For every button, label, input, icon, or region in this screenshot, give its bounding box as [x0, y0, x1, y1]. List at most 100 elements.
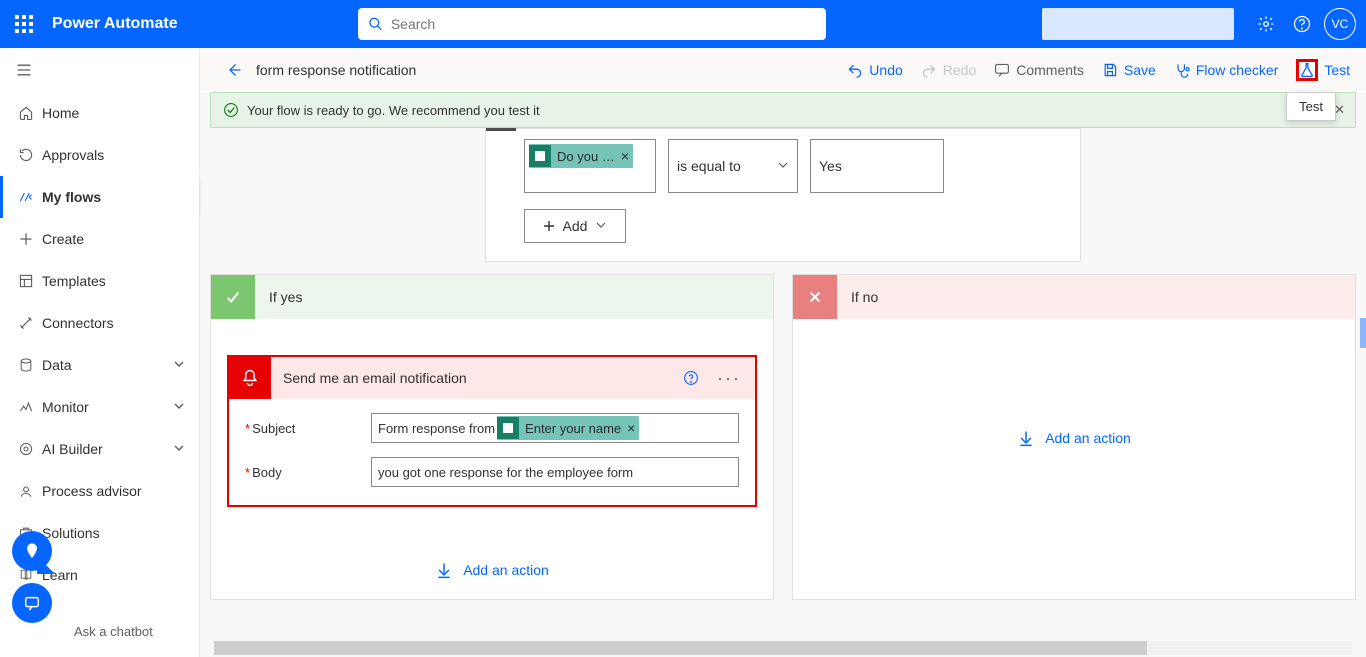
- redo-button[interactable]: Redo: [921, 62, 976, 78]
- condition-left-operand[interactable]: Do you … ×: [524, 139, 656, 193]
- brand-label: Power Automate: [48, 15, 178, 33]
- x-icon: [793, 275, 837, 319]
- sidebar-item-monitor[interactable]: Monitor: [0, 386, 199, 428]
- condition-value: Yes: [819, 158, 842, 174]
- undo-button[interactable]: Undo: [847, 62, 902, 78]
- bell-icon: [229, 357, 271, 399]
- comments-label: Comments: [1016, 62, 1084, 78]
- flow-canvas: Do you … × is equal to Yes Add: [200, 128, 1366, 657]
- sidebar-item-my-flows[interactable]: My flows: [0, 176, 199, 218]
- chatbot-fab[interactable]: [12, 583, 52, 623]
- add-action-no[interactable]: Add an action: [793, 429, 1355, 447]
- flow-checker-button[interactable]: Flow checker: [1174, 62, 1278, 78]
- branch-no-header[interactable]: If no: [793, 275, 1355, 319]
- sidebar-item-label: My flows: [42, 189, 101, 205]
- action-menu-button[interactable]: ···: [717, 368, 741, 389]
- action-title: Send me an email notification: [283, 370, 467, 386]
- home-icon: [18, 105, 42, 121]
- checker-label: Flow checker: [1196, 62, 1278, 78]
- sidebar-item-label: Home: [42, 105, 79, 121]
- subject-prefix: Form response from: [378, 421, 495, 436]
- insert-icon: [435, 561, 453, 579]
- data-icon: [18, 357, 42, 373]
- branch-yes-label: If yes: [269, 289, 302, 305]
- sidebar-item-label: AI Builder: [42, 441, 103, 457]
- chevron-down-icon: [173, 399, 185, 415]
- plus-icon: [543, 220, 555, 232]
- sidebar-item-templates[interactable]: Templates: [0, 260, 199, 302]
- top-bar: Power Automate VC: [0, 0, 1366, 48]
- gear-icon: [1257, 15, 1275, 33]
- test-label: Test: [1324, 62, 1350, 78]
- chatbot-label: Ask a chatbot: [74, 624, 153, 639]
- branch-yes: If yes Send me an email notification ···: [210, 274, 774, 600]
- sidebar-item-process-advisor[interactable]: Process advisor: [0, 470, 199, 512]
- token-remove[interactable]: ×: [627, 420, 635, 436]
- location-fab[interactable]: [12, 531, 52, 571]
- chevron-down-icon: [777, 158, 789, 174]
- app-launcher-icon[interactable]: [0, 0, 48, 48]
- command-bar: form response notification Undo Redo Com…: [200, 48, 1366, 92]
- sidebar-item-connectors[interactable]: Connectors: [0, 302, 199, 344]
- edge-accent: [1360, 318, 1366, 348]
- add-label: Add: [563, 218, 588, 234]
- add-action-label: Add an action: [1045, 430, 1131, 446]
- branch-no: If no Add an action: [792, 274, 1356, 600]
- horizontal-scrollbar[interactable]: [214, 641, 1352, 655]
- sidebar-item-data[interactable]: Data: [0, 344, 199, 386]
- branch-no-label: If no: [851, 289, 878, 305]
- help-button[interactable]: [1284, 0, 1320, 48]
- operator-label: is equal to: [677, 158, 741, 174]
- banner-text: Your flow is ready to go. We recommend y…: [247, 103, 540, 118]
- sidebar-item-label: Solutions: [42, 525, 100, 541]
- condition-card: Do you … × is equal to Yes Add: [485, 128, 1081, 262]
- test-button[interactable]: Test: [1296, 59, 1350, 81]
- save-button[interactable]: Save: [1102, 62, 1156, 78]
- environment-picker[interactable]: [1042, 8, 1234, 40]
- search-input[interactable]: [391, 16, 816, 32]
- help-icon: [1293, 15, 1311, 33]
- insert-icon: [1017, 429, 1035, 447]
- templates-icon: [18, 273, 42, 289]
- avatar[interactable]: VC: [1324, 8, 1356, 40]
- settings-button[interactable]: [1248, 0, 1284, 48]
- sidebar-item-label: Connectors: [42, 315, 114, 331]
- help-circle-icon[interactable]: [683, 370, 699, 386]
- search-icon: [368, 16, 383, 32]
- condition-right-operand[interactable]: Yes: [810, 139, 944, 193]
- comment-icon: [994, 62, 1010, 78]
- save-label: Save: [1124, 62, 1156, 78]
- chevron-down-icon: [173, 441, 185, 457]
- subject-label: *Subject: [245, 421, 371, 436]
- condition-operator-select[interactable]: is equal to: [668, 139, 798, 193]
- check-icon: [211, 275, 255, 319]
- body-input[interactable]: you got one response for the employee fo…: [371, 457, 739, 487]
- sidebar-item-approvals[interactable]: Approvals: [0, 134, 199, 176]
- condition-add-button[interactable]: Add: [524, 209, 626, 243]
- email-action-header[interactable]: Send me an email notification ···: [229, 357, 755, 399]
- sidebar-toggle[interactable]: [0, 48, 199, 92]
- sidebar-item-ai-builder[interactable]: AI Builder: [0, 428, 199, 470]
- dynamic-token[interactable]: Do you … ×: [529, 144, 633, 168]
- sidebar-item-home[interactable]: Home: [0, 92, 199, 134]
- email-action-card: Send me an email notification ··· *Subje…: [227, 355, 757, 507]
- sidebar-item-label: Process advisor: [42, 483, 142, 499]
- body-label: *Body: [245, 465, 371, 480]
- comments-button[interactable]: Comments: [994, 62, 1084, 78]
- chevron-down-icon: [173, 357, 185, 373]
- undo-icon: [847, 62, 863, 78]
- connectors-icon: [18, 315, 42, 331]
- branch-yes-header[interactable]: If yes: [211, 275, 773, 319]
- subject-input[interactable]: Form response from Enter your name ×: [371, 413, 739, 443]
- search-box[interactable]: [358, 8, 826, 40]
- add-action-yes[interactable]: Add an action: [211, 561, 773, 579]
- ai-icon: [18, 441, 42, 457]
- save-icon: [1102, 62, 1118, 78]
- dynamic-token[interactable]: Enter your name ×: [497, 416, 639, 440]
- main-pane: form response notification Undo Redo Com…: [200, 48, 1366, 657]
- token-remove[interactable]: ×: [621, 148, 629, 164]
- back-button[interactable]: [226, 62, 242, 78]
- stethoscope-icon: [1174, 62, 1190, 78]
- sidebar-item-create[interactable]: Create: [0, 218, 199, 260]
- flask-icon: [1296, 59, 1318, 81]
